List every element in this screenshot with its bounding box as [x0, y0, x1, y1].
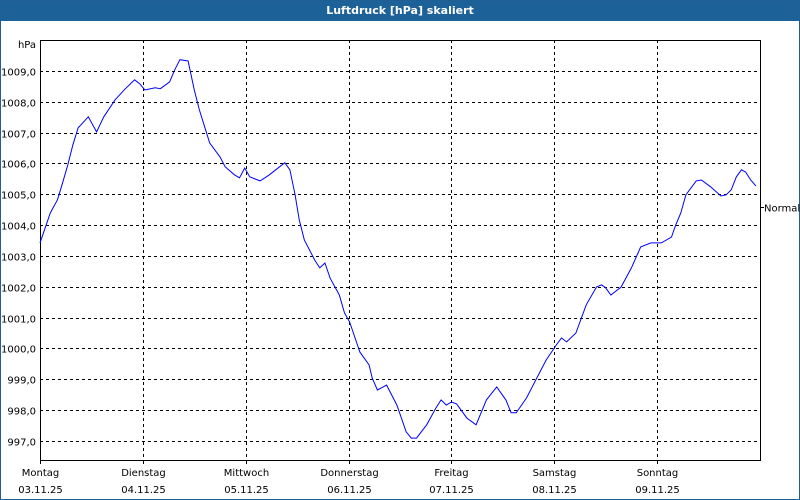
y-tick-label: 1008,0	[1, 99, 36, 110]
y-tick-label: 1009,0	[1, 68, 36, 79]
x-tick-day: Donnerstag	[320, 468, 378, 479]
normal-reference-label: Normal	[764, 204, 800, 215]
y-tick-label: 1001,0	[1, 315, 36, 326]
y-tick-label: 997,0	[7, 438, 36, 449]
pressure-series-line	[39, 59, 757, 439]
x-tick-day: Samstag	[533, 468, 577, 479]
x-tick-day: Sonntag	[637, 468, 679, 479]
x-tick-date: 04.11.25	[121, 485, 166, 496]
y-tick-label: 998,0	[7, 407, 36, 418]
y-tick-label: 999,0	[7, 376, 36, 387]
y-tick-label: 1005,0	[1, 191, 36, 202]
y-tick-label: 1002,0	[1, 284, 36, 295]
plot-border	[40, 40, 761, 461]
y-tick-label: 1000,0	[1, 345, 36, 356]
x-tick-day: Freitag	[434, 468, 468, 479]
y-tick-label: 1003,0	[1, 253, 36, 264]
x-tick-date: 09.11.25	[635, 485, 680, 496]
x-tick-date: 05.11.25	[224, 485, 269, 496]
x-tick-date: 03.11.25	[18, 485, 63, 496]
x-tick-date: 06.11.25	[327, 485, 372, 496]
x-tick-day: Dienstag	[121, 468, 166, 479]
y-tick-label: 1004,0	[1, 222, 36, 233]
y-axis-label: hPa	[18, 40, 36, 51]
x-tick-date: 07.11.25	[429, 485, 474, 496]
x-tick-day: Montag	[22, 468, 59, 479]
pressure-chart: hPa 997,0 998,0 999,0 1000,0 1001,0 1002,0 100…	[1, 40, 800, 496]
x-tick-day: Mittwoch	[224, 468, 269, 479]
y-tick-label: 1007,0	[1, 130, 36, 141]
y-tick-label: 1006,0	[1, 160, 36, 171]
x-tick-date: 08.11.25	[532, 485, 577, 496]
